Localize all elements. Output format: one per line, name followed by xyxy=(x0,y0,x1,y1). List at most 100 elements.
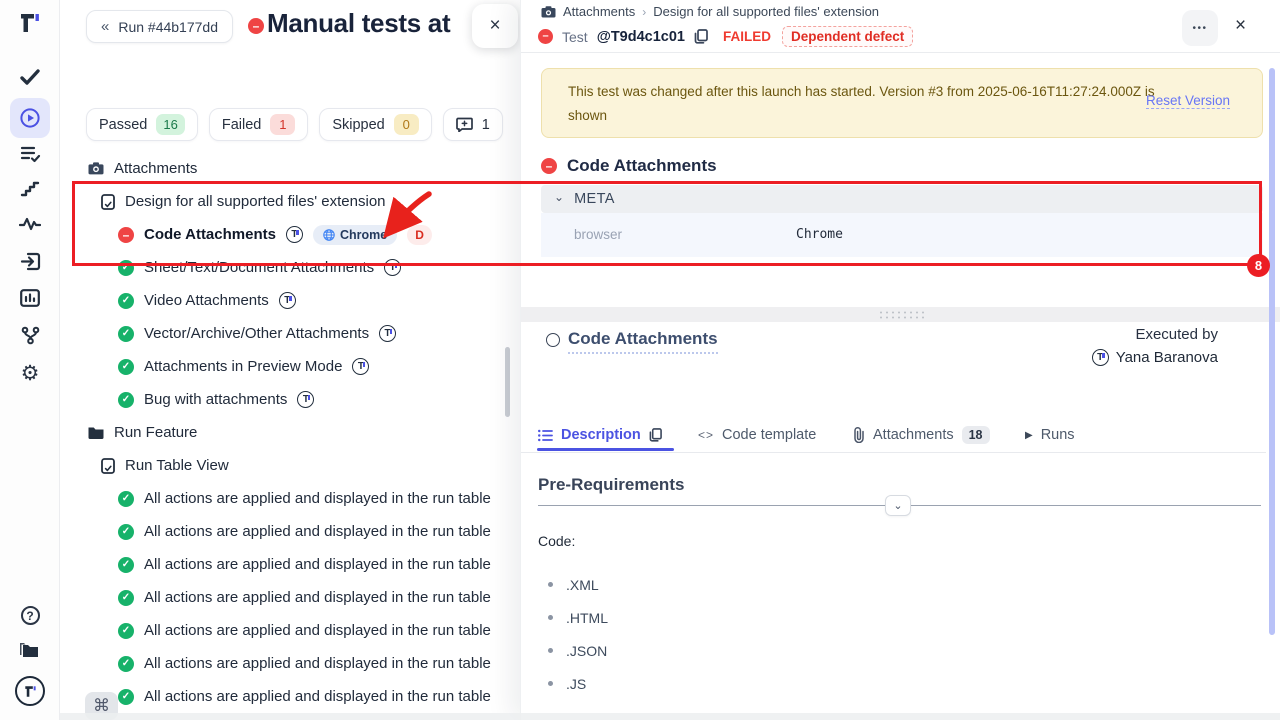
tree-item-label: All actions are applied and displayed in… xyxy=(144,556,491,573)
defect-tag: D xyxy=(407,225,432,245)
app-sidebar: ⚙ ? xyxy=(0,0,60,720)
sign-in-nav-icon[interactable] xyxy=(0,252,60,271)
passed-status-icon: ✓ xyxy=(118,524,134,540)
meta-key: browser xyxy=(574,227,622,242)
more-menu-button[interactable]: ••• xyxy=(1182,10,1218,46)
collapse-section-button[interactable]: ⌄ xyxy=(885,495,911,516)
tree-test-row[interactable]: ✓ All actions are applied and displayed i… xyxy=(60,680,520,713)
settings-nav-icon[interactable]: ⚙ xyxy=(0,361,60,386)
tree-test-row[interactable]: ✓ Bug with attachments T xyxy=(60,383,520,416)
close-run-panel-button[interactable]: × xyxy=(472,4,518,48)
passed-status-icon: ✓ xyxy=(118,392,134,408)
steps-nav-icon[interactable] xyxy=(0,181,60,197)
tree-item-label: Sheet/Text/Document Attachments xyxy=(144,259,374,276)
test-header: – Test @T9d4c1c01 FAILED Dependent defec… xyxy=(538,26,913,47)
tree-item-label: Run Table View xyxy=(125,457,229,474)
camera-icon xyxy=(88,162,104,175)
tree-suite-row[interactable]: Design for all supported files' extensio… xyxy=(60,185,520,218)
runs-nav-active[interactable] xyxy=(10,98,50,138)
filter-failed[interactable]: Failed 1 xyxy=(209,108,309,141)
passed-status-icon: ✓ xyxy=(118,359,134,375)
tree-test-row[interactable]: ✓All actions are applied and displayed i… xyxy=(60,581,520,614)
doc-icon xyxy=(101,458,115,474)
tree-item-label: Run Feature xyxy=(114,424,197,441)
code-extension-list: .XML.HTML.JSON.JS xyxy=(548,568,608,700)
tree-suite-row[interactable]: Attachments xyxy=(60,152,520,185)
testomat-logo[interactable] xyxy=(0,10,60,36)
tree-test-row[interactable]: ✓Vector/Archive/Other AttachmentsT xyxy=(60,317,520,350)
tree-test-row[interactable]: ✓Attachments in Preview ModeT xyxy=(60,350,520,383)
reset-version-link[interactable]: Reset Version xyxy=(1146,93,1230,109)
detail-panel-scrollbar[interactable] xyxy=(1269,68,1275,635)
copy-test-id-icon[interactable] xyxy=(694,29,708,44)
tree-test-row[interactable]: ✓All actions are applied and displayed i… xyxy=(60,614,520,647)
tree-item-label: All actions are applied and displayed in… xyxy=(144,490,491,507)
unexecuted-status-icon xyxy=(546,333,560,347)
filter-comments[interactable]: 1 xyxy=(443,108,503,141)
test-owner-icon: T xyxy=(286,226,303,243)
test-title-link[interactable]: Code Attachments xyxy=(568,329,718,354)
failed-status-icon: – xyxy=(541,158,557,174)
tree-test-row[interactable]: ✓Video AttachmentsT xyxy=(60,284,520,317)
analytics-nav-icon[interactable] xyxy=(0,289,60,307)
tree-test-row[interactable]: ✓Sheet/Text/Document AttachmentsT xyxy=(60,251,520,284)
list-item: .JS xyxy=(548,667,608,700)
checks-nav-icon[interactable] xyxy=(0,68,60,86)
breadcrumb-separator-icon: › xyxy=(642,5,646,19)
tree-test-row[interactable]: ✓All actions are applied and displayed i… xyxy=(60,548,520,581)
close-detail-panel-button[interactable]: × xyxy=(1235,15,1246,37)
filter-count-badge: 0 xyxy=(394,114,419,135)
failed-status-icon: – xyxy=(248,18,264,34)
doc-icon xyxy=(101,194,115,210)
tree-suite-row[interactable]: Run Table View xyxy=(60,449,520,482)
test-owner-icon: T xyxy=(297,391,314,408)
filter-label: Failed xyxy=(222,117,262,133)
passed-status-icon: ✓ xyxy=(118,689,134,705)
filter-count-badge: 1 xyxy=(270,114,295,135)
test-owner-icon: T xyxy=(379,325,396,342)
test-plans-nav-icon[interactable] xyxy=(0,145,60,163)
passed-status-icon: ✓ xyxy=(118,656,134,672)
branch-nav-icon[interactable] xyxy=(0,326,60,345)
pulse-nav-icon[interactable] xyxy=(0,217,60,231)
tab-runs[interactable]: ▶Runs xyxy=(1025,420,1075,450)
tree-item-label: All actions are applied and displayed in… xyxy=(144,688,491,705)
passed-status-icon: ✓ xyxy=(118,491,134,507)
filter-skipped[interactable]: Skipped 0 xyxy=(319,108,431,141)
breadcrumb-page[interactable]: Design for all supported files' extensio… xyxy=(653,4,879,19)
passed-status-icon: ✓ xyxy=(118,326,134,342)
run-panel: « Run #44b177dd – Manual tests at × Pass… xyxy=(60,0,520,720)
meta-collapsible-header[interactable]: ⌄ META xyxy=(541,185,1263,213)
tree-suite-row[interactable]: Run Feature xyxy=(60,416,520,449)
drag-handle-icon xyxy=(878,310,926,319)
test-label: Test xyxy=(562,29,588,45)
panel-resize-divider[interactable] xyxy=(521,307,1280,322)
tab-attachments[interactable]: Attachments 18 xyxy=(852,420,990,450)
help-icon[interactable]: ? xyxy=(0,606,60,625)
filter-label: Skipped xyxy=(332,117,384,133)
tab-code-template[interactable]: <>Code template xyxy=(698,420,816,450)
projects-icon[interactable] xyxy=(0,642,60,659)
failed-status-icon: – xyxy=(538,29,553,44)
tab-label: Attachments xyxy=(873,427,954,443)
left-panel-scrollbar[interactable] xyxy=(505,347,510,417)
copy-description-icon[interactable] xyxy=(649,428,662,442)
breadcrumb-section[interactable]: Attachments xyxy=(563,4,635,19)
account-avatar[interactable] xyxy=(0,676,60,706)
test-detail-panel: Attachments › Design for all supported f… xyxy=(520,0,1280,720)
comment-icon xyxy=(456,117,473,132)
pre-requirements-heading: Pre-Requirements xyxy=(538,475,684,495)
tree-item-label: Bug with attachments xyxy=(144,391,287,408)
result-section-title: Code Attachments xyxy=(567,156,717,176)
tree-test-row[interactable]: ✓All actions are applied and displayed i… xyxy=(60,515,520,548)
tab-description[interactable]: Description xyxy=(538,420,662,450)
back-to-run-button[interactable]: « Run #44b177dd xyxy=(86,10,233,43)
tree-test-row[interactable]: ✓ All actions are applied and displayed i… xyxy=(60,482,520,515)
tree-test-row[interactable]: ✓All actions are applied and displayed i… xyxy=(60,647,520,680)
filter-passed[interactable]: Passed16 xyxy=(86,108,198,141)
tree-item-label: Design for all supported files' extensio… xyxy=(125,193,386,210)
attachments-count-badge: 18 xyxy=(962,426,990,444)
tree-test-row[interactable]: –Code AttachmentsTChromeD xyxy=(60,218,520,251)
tree-item-label: All actions are applied and displayed in… xyxy=(144,589,491,606)
dependent-defect-badge[interactable]: Dependent defect xyxy=(782,26,913,47)
